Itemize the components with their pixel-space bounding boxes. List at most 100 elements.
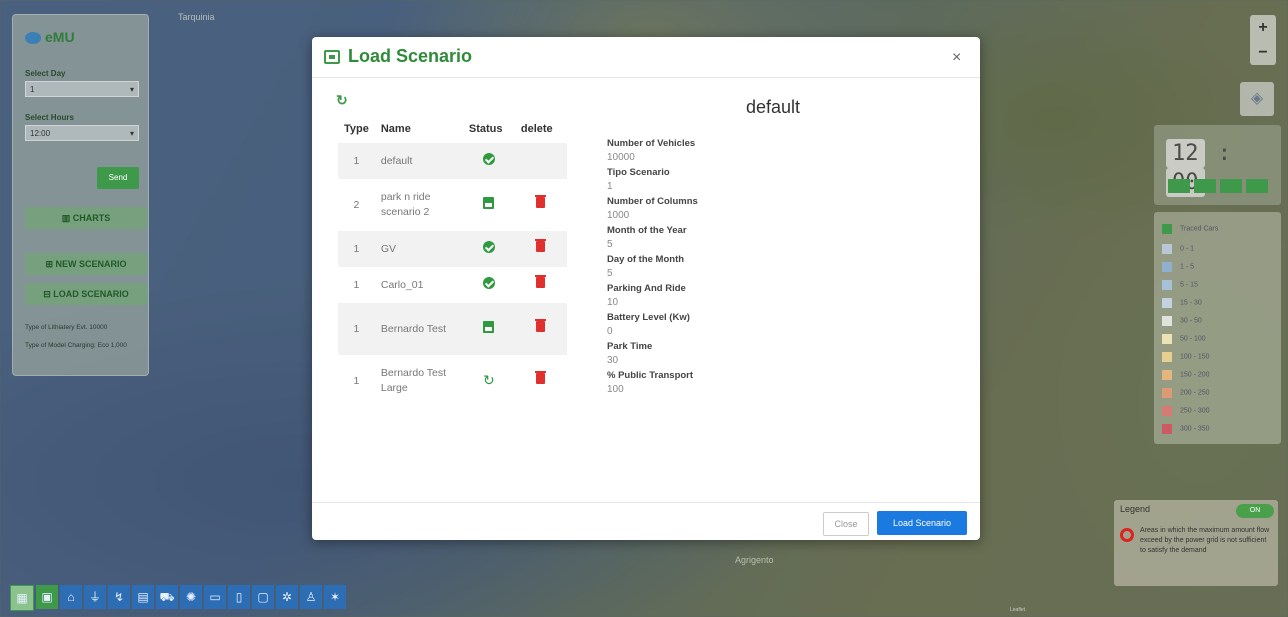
- info-note: Type of Lithiatery Evt. 10000: [25, 324, 108, 331]
- cell-delete[interactable]: [515, 231, 567, 267]
- cell-delete[interactable]: [515, 355, 567, 407]
- table-row[interactable]: 1 Bernardo Test Large ↻: [338, 355, 567, 407]
- person-icon: ♙: [305, 590, 317, 604]
- cell-status: [463, 179, 515, 231]
- new-scenario-button[interactable]: ⊞ NEW SCENARIO: [25, 253, 147, 275]
- table-row[interactable]: 1 GV: [338, 231, 567, 267]
- detail-label: Battery Level (Kw): [607, 312, 690, 323]
- cell-delete[interactable]: [515, 303, 567, 355]
- save-icon: [483, 196, 495, 209]
- clock-widget: 12 : 00: [1154, 125, 1281, 205]
- building-button[interactable]: ▤: [132, 585, 154, 609]
- load-scenario-submit-button[interactable]: Load Scenario: [877, 511, 967, 535]
- charts-button[interactable]: ▥ CHARTS: [25, 207, 147, 229]
- trash-icon[interactable]: [535, 195, 547, 208]
- table-row[interactable]: 1 default: [338, 143, 567, 179]
- monitor-button[interactable]: ▢: [252, 585, 274, 609]
- person-button[interactable]: ♙: [300, 585, 322, 609]
- save-icon: [483, 320, 495, 333]
- forward-button[interactable]: [1246, 179, 1268, 193]
- settings-icon: ✲: [281, 590, 293, 604]
- clock-hours: 12: [1166, 139, 1205, 168]
- scenario-details: Number of Vehicles 10000 Tipo Scenario 1 Num…: [607, 135, 787, 397]
- cell-status: [463, 143, 515, 179]
- detail-label: Month of the Year: [607, 225, 687, 236]
- cell-delete[interactable]: [515, 267, 567, 303]
- cell-delete[interactable]: [515, 179, 567, 231]
- zoom-control: + −: [1250, 15, 1276, 65]
- trash-icon[interactable]: [535, 319, 547, 332]
- modal-footer: Close Load Scenario: [312, 502, 980, 541]
- home-button[interactable]: ⌂: [60, 585, 82, 609]
- table-row[interactable]: 2 park n ride scenario 2: [338, 179, 567, 231]
- left-control-panel: eMU Select Day 1 ▾ Select Hours 12:00 ▾ Se…: [12, 14, 149, 376]
- close-button[interactable]: Close: [823, 512, 869, 536]
- cell-name: Bernardo Test: [380, 322, 447, 335]
- play-button[interactable]: [1194, 179, 1216, 193]
- cell-name: default: [380, 154, 413, 167]
- settings-button[interactable]: ✲: [276, 585, 298, 609]
- bolt-button[interactable]: ↯: [108, 585, 130, 609]
- info-note: Type of Model Charging: Eco 1,000: [25, 342, 127, 349]
- chart-icon: ▥: [61, 213, 73, 223]
- star-icon: ✶: [329, 590, 341, 604]
- close-icon[interactable]: ×: [952, 49, 961, 67]
- detail-label: Parking And Ride: [607, 283, 686, 294]
- color-legend-row: 5 - 15: [1162, 276, 1272, 290]
- detail-label: Tipo Scenario: [607, 167, 670, 178]
- select-day-label: Select Day: [25, 69, 66, 78]
- zoom-in-button[interactable]: +: [1250, 15, 1276, 40]
- plug-icon: ⏚: [88, 590, 101, 604]
- color-legend-row: 200 - 250: [1162, 384, 1272, 398]
- map-label: Agrigento: [735, 555, 774, 565]
- color-swatch: [1162, 333, 1172, 344]
- check-circle-icon: [482, 276, 495, 289]
- send-button[interactable]: Send: [97, 167, 139, 189]
- train-icon: ▯: [235, 590, 243, 604]
- legend-toggle[interactable]: ON: [1236, 504, 1274, 518]
- train-button[interactable]: ▯: [228, 585, 250, 609]
- home-icon: ⌂: [67, 590, 75, 604]
- color-swatch: [1162, 315, 1172, 326]
- gear-button[interactable]: ✺: [180, 585, 202, 609]
- color-legend-title: Traced Cars: [1162, 220, 1272, 234]
- cell-type: 1: [353, 322, 360, 335]
- trash-icon[interactable]: [535, 275, 547, 288]
- table-row[interactable]: 1 Carlo_01: [338, 267, 567, 303]
- checkbox-icon[interactable]: [1162, 223, 1172, 234]
- map-attribution[interactable]: Leaflet: [1010, 607, 1025, 613]
- save-button[interactable]: ▣: [36, 585, 58, 609]
- layers-button[interactable]: ◈: [1240, 82, 1274, 116]
- cell-status: [463, 267, 515, 303]
- rewind-button[interactable]: [1168, 179, 1190, 193]
- trash-icon[interactable]: [535, 239, 547, 252]
- selected-scenario-title: default: [746, 97, 801, 117]
- detail-label: Number of Vehicles: [607, 138, 696, 149]
- star-button[interactable]: ✶: [324, 585, 346, 609]
- save-icon: ▣: [41, 590, 53, 604]
- grid-button[interactable]: ▦: [10, 585, 34, 611]
- table-row[interactable]: 1 Bernardo Test: [338, 303, 567, 355]
- car-button[interactable]: ⛟: [156, 585, 178, 609]
- color-swatch: [1162, 369, 1172, 380]
- layers-icon: ◈: [1250, 90, 1264, 107]
- select-hours-label: Select Hours: [25, 113, 74, 122]
- plug-button[interactable]: ⏚: [84, 585, 106, 609]
- refresh-icon[interactable]: ↻: [336, 92, 348, 109]
- color-legend-row: 0 - 1: [1162, 240, 1272, 254]
- trash-icon[interactable]: [535, 371, 547, 384]
- select-day-dropdown[interactable]: 1 ▾: [25, 81, 139, 97]
- cell-name: Carlo_01: [380, 278, 424, 291]
- zoom-out-button[interactable]: −: [1250, 40, 1276, 65]
- building-icon: ▤: [137, 590, 149, 604]
- bus-button[interactable]: ▭: [204, 585, 226, 609]
- red-circle-icon: [1120, 528, 1134, 542]
- select-hours-dropdown[interactable]: 12:00 ▾: [25, 125, 139, 141]
- modal-header: Load Scenario ×: [312, 37, 980, 78]
- cell-name: GV: [380, 242, 397, 255]
- load-scenario-button[interactable]: ⊟ LOAD SCENARIO: [25, 283, 147, 305]
- pause-button[interactable]: [1220, 179, 1242, 193]
- legend-title: Legend: [1120, 504, 1151, 514]
- check-circle-icon: [482, 240, 495, 253]
- color-legend-row: 100 - 150: [1162, 348, 1272, 362]
